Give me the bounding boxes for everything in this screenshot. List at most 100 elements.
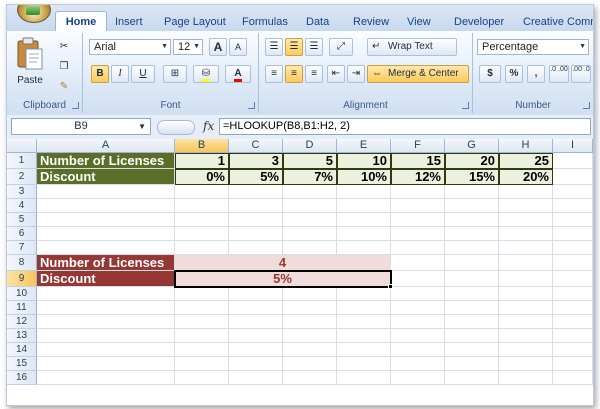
cell[interactable] [283,185,337,199]
cell[interactable] [337,241,391,255]
cell[interactable] [175,287,229,301]
column-header-F[interactable]: F [391,139,445,153]
cell[interactable] [175,357,229,371]
cell[interactable] [283,241,337,255]
row-header-13[interactable]: 13 [7,329,37,343]
font-size-select[interactable]: 12 ▼ [173,39,203,55]
fill-handle[interactable] [388,284,393,289]
cell[interactable] [175,185,229,199]
column-header-G[interactable]: G [445,139,499,153]
discount-label-cell[interactable]: Discount [37,169,175,185]
clipboard-launcher-icon[interactable] [72,102,79,109]
merge-center-button[interactable]: ⇔ Merge & Center [367,65,469,83]
cell[interactable] [337,357,391,371]
cell[interactable] [229,315,283,329]
cell[interactable] [337,371,391,385]
font-launcher-icon[interactable] [248,102,255,109]
cell[interactable] [391,255,445,271]
column-header-B[interactable]: B [175,139,229,153]
row-header-5[interactable]: 5 [7,213,37,227]
cell[interactable] [229,227,283,241]
cell[interactable] [445,227,499,241]
increase-decimal-button[interactable]: .0 .00 [549,65,569,83]
discount-rate-cell[interactable]: 0% [175,169,229,185]
cell[interactable] [499,199,553,213]
tab-formulas[interactable]: Formulas [242,16,288,28]
tab-creative-commons[interactable]: Creative Commons [523,16,593,28]
select-all-corner[interactable] [7,139,37,153]
cell[interactable] [499,315,553,329]
lookup-discount-label-cell[interactable]: Discount [37,271,175,287]
cell[interactable] [391,357,445,371]
cell[interactable] [445,315,499,329]
discount-rate-cell[interactable]: 15% [445,169,499,185]
cell[interactable] [445,185,499,199]
currency-button[interactable]: $ [479,65,501,83]
lookup-licenses-label-cell[interactable]: Number of Licenses [37,255,175,271]
cell[interactable] [337,185,391,199]
cell[interactable] [37,301,175,315]
cell[interactable] [445,301,499,315]
cell[interactable] [283,287,337,301]
cell[interactable] [175,343,229,357]
discount-rate-cell[interactable]: 5% [229,169,283,185]
wrap-text-button[interactable]: ↵ Wrap Text [367,38,457,56]
cell[interactable] [553,169,593,185]
cell[interactable] [37,315,175,329]
discount-rate-cell[interactable]: 20% [499,169,553,185]
row-header-9[interactable]: 9 [7,271,37,287]
column-header-E[interactable]: E [337,139,391,153]
license-count-cell[interactable]: 10 [337,153,391,169]
row-header-4[interactable]: 4 [7,199,37,213]
cell[interactable] [37,241,175,255]
cell[interactable] [391,213,445,227]
font-color-button[interactable]: A [225,65,251,83]
cell[interactable] [37,371,175,385]
formula-bar-splitter[interactable] [157,120,195,135]
cell[interactable] [229,329,283,343]
cell[interactable] [499,343,553,357]
cell[interactable] [37,343,175,357]
cell[interactable] [553,301,593,315]
cell[interactable] [175,199,229,213]
license-count-cell[interactable]: 3 [229,153,283,169]
row-header-11[interactable]: 11 [7,301,37,315]
cell[interactable] [337,287,391,301]
cell[interactable] [229,343,283,357]
column-header-A[interactable]: A [37,139,175,153]
cell[interactable] [175,213,229,227]
tab-home[interactable]: Home [55,11,107,32]
insert-function-button[interactable]: fx [203,119,214,133]
decrease-indent-button[interactable]: ⇤ [327,65,345,83]
cell[interactable] [499,255,553,271]
cell[interactable] [175,227,229,241]
row-header-3[interactable]: 3 [7,185,37,199]
shrink-font-button[interactable]: A [229,38,247,56]
tab-developer[interactable]: Developer [454,16,504,28]
cell[interactable] [37,329,175,343]
underline-button[interactable]: U [131,65,155,83]
cell[interactable] [37,287,175,301]
cell[interactable] [553,287,593,301]
alignment-launcher-icon[interactable] [462,102,469,109]
cell[interactable] [445,241,499,255]
number-launcher-icon[interactable] [583,102,590,109]
cell[interactable] [553,199,593,213]
align-middle-button[interactable]: ☰ [285,38,303,56]
cell[interactable] [445,343,499,357]
discount-rate-cell[interactable]: 7% [283,169,337,185]
italic-button[interactable]: I [111,65,129,83]
decrease-decimal-button[interactable]: .00 .0 [571,65,591,83]
cell[interactable] [337,301,391,315]
row-header-14[interactable]: 14 [7,343,37,357]
cell[interactable] [499,329,553,343]
tab-view[interactable]: View [407,16,431,28]
row-header-1[interactable]: 1 [7,153,37,169]
row-header-12[interactable]: 12 [7,315,37,329]
cell[interactable] [337,315,391,329]
bold-button[interactable]: B [91,65,109,83]
cell[interactable] [391,301,445,315]
office-button-icon[interactable] [17,5,51,23]
cell[interactable] [37,357,175,371]
cell[interactable] [499,185,553,199]
